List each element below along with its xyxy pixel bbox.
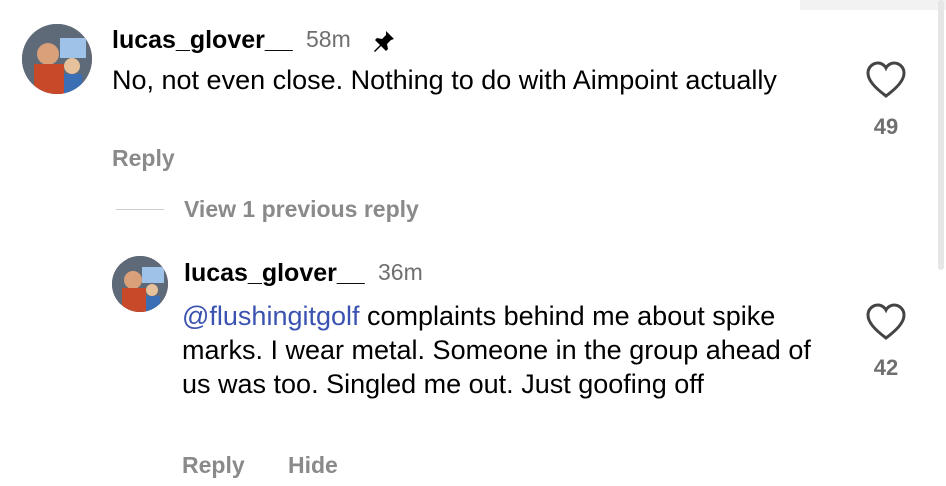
divider-line bbox=[116, 209, 164, 210]
view-previous-replies-link[interactable]: View 1 previous reply bbox=[184, 196, 419, 223]
mention-link[interactable]: @flushingitgolf bbox=[182, 301, 360, 331]
reply-time: 36m bbox=[378, 259, 423, 285]
heart-outline-icon[interactable] bbox=[864, 302, 908, 342]
reply-button[interactable]: Reply bbox=[182, 452, 245, 479]
avatar[interactable] bbox=[22, 24, 92, 94]
heart-outline-icon[interactable] bbox=[864, 60, 908, 100]
avatar-image bbox=[112, 256, 168, 312]
like-count: 49 bbox=[873, 114, 899, 139]
avatar-image bbox=[22, 24, 92, 94]
top-edge-bar bbox=[800, 0, 946, 10]
avatar[interactable] bbox=[112, 256, 168, 312]
comment-time: 58m bbox=[306, 26, 351, 52]
reply-text: @flushingitgolf complaints behind me abo… bbox=[182, 299, 822, 401]
reply-button[interactable]: Reply bbox=[112, 145, 175, 172]
comment-username[interactable]: lucas_glover__ bbox=[112, 26, 293, 55]
hide-button[interactable]: Hide bbox=[288, 452, 338, 479]
like-count: 42 bbox=[873, 355, 899, 380]
scrollbar[interactable] bbox=[938, 0, 944, 270]
reply-username[interactable]: lucas_glover__ bbox=[184, 259, 365, 288]
comment-text: No, not even close. Nothing to do with A… bbox=[112, 65, 777, 95]
pin-icon bbox=[372, 29, 396, 53]
